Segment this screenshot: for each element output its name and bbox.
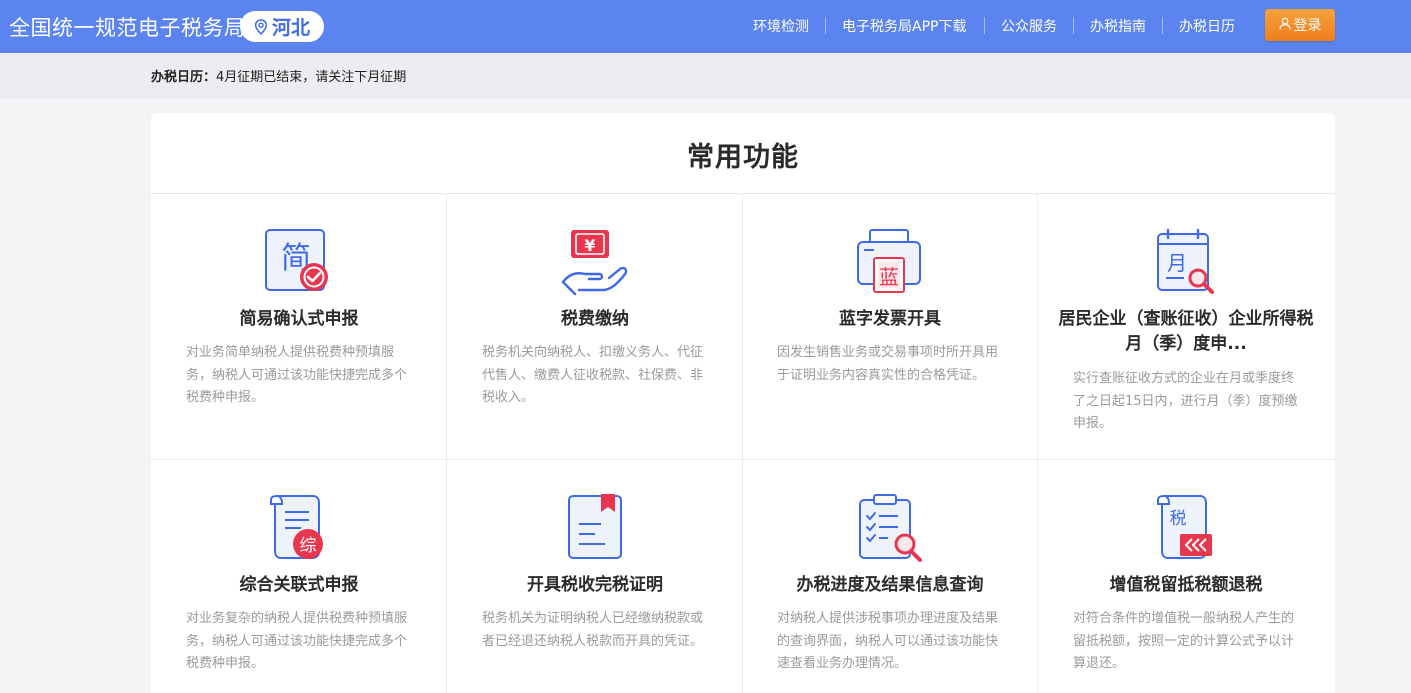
jian-declare-icon: 简	[263, 228, 335, 298]
clipboard-search-icon	[854, 494, 926, 564]
login-label: 登录	[1293, 18, 1322, 34]
bookmark-document-icon	[559, 494, 631, 564]
tile-title: 简易确认式申报	[239, 309, 359, 329]
tile-progress-query[interactable]: 办税进度及结果信息查询 对纳税人提供涉税事项办理进度及结果的查询界面，纳税人可以…	[742, 460, 1038, 693]
login-button[interactable]: 登录	[1265, 9, 1335, 41]
tile-title: 办税进度及结果信息查询	[796, 575, 984, 595]
tile-description: 对业务复杂的纳税人提供税费种预填服务，纳税人可通过该功能快捷完成多个税费种申报。	[186, 611, 408, 671]
tile-description: 实行查账征收方式的企业在月或季度终了之日起15日内，进行月（季）度预缴申报。	[1073, 371, 1298, 431]
svg-text:蓝: 蓝	[879, 265, 899, 289]
yuan-hand-icon: ¥	[559, 228, 631, 298]
nav-divider	[1162, 17, 1163, 34]
nav-tax-guide[interactable]: 办税指南	[1090, 16, 1146, 36]
tile-simple-declaration[interactable]: 简 简易确认式申报 对业务简单纳税人提供税费种预填服务，纳税人可通过该功能快捷完…	[151, 194, 447, 460]
tile-title: 综合关联式申报	[239, 575, 359, 595]
top-bar: 全国统一规范电子税务局 河北 环境检测 电子税务局APP下载 公众服务 办税指南…	[0, 0, 1411, 53]
svg-text:税: 税	[1170, 509, 1187, 529]
tile-comprehensive-declaration[interactable]: 综 综合关联式申报 对业务复杂的纳税人提供税费种预填服务，纳税人可通过该功能快捷…	[151, 460, 447, 693]
nav-app-download[interactable]: 电子税务局APP下载	[842, 16, 966, 36]
calendar-search-icon: 月	[1150, 228, 1222, 298]
nav-divider	[825, 17, 826, 34]
scroll-zong-icon: 综	[263, 494, 335, 564]
svg-text:¥: ¥	[584, 236, 595, 255]
nav-tax-calendar[interactable]: 办税日历	[1179, 16, 1235, 36]
tile-description: 对符合条件的增值税一般纳税人产生的留抵税额，按照一定的计算公式予以计算退还。	[1073, 611, 1295, 671]
svg-text:综: 综	[300, 536, 317, 556]
printer-lan-icon: 蓝	[854, 228, 926, 298]
location-pin-icon	[254, 18, 268, 35]
calendar-label: 办税日历：	[151, 70, 217, 85]
region-name: 河北	[271, 17, 310, 39]
tile-title: 居民企业（查账征收）企业所得税月（季）度申...	[1058, 309, 1314, 354]
calendar-notice: 办税日历：4月征期已结束，请关注下月征期	[151, 66, 406, 85]
tile-description: 对纳税人提供涉税事项办理进度及结果的查询界面，纳税人可以通过该功能快速查看业务办…	[777, 611, 999, 671]
nav-public-service[interactable]: 公众服务	[1001, 16, 1057, 36]
tile-tax-payment[interactable]: ¥ 税费缴纳 税务机关向纳税人、扣缴义务人、代征代售人、缴费人征收税款、社保费、…	[447, 194, 743, 460]
panel-title: 常用功能	[687, 142, 799, 173]
user-icon	[1278, 17, 1291, 34]
svg-text:月: 月	[1167, 251, 1187, 275]
tile-description: 因发生销售业务或交易事项时所开具用于证明业务内容真实性的合格凭证。	[777, 345, 999, 383]
tile-tax-certificate[interactable]: 开具税收完税证明 税务机关为证明纳税人已经缴纳税款或者已经退还纳税人税款而开具的…	[447, 460, 743, 693]
shui-refund-icon: 税	[1150, 494, 1222, 564]
nav-divider	[1073, 17, 1074, 34]
site-title[interactable]: 全国统一规范电子税务局	[9, 12, 246, 42]
nav-environment-check[interactable]: 环境检测	[753, 16, 809, 36]
calendar-message: 4月征期已结束，请关注下月征期	[216, 70, 407, 85]
tile-title: 蓝字发票开具	[839, 309, 941, 329]
calendar-notice-bar: 办税日历：4月征期已结束，请关注下月征期	[0, 53, 1411, 99]
tile-title: 增值税留抵税额退税	[1109, 575, 1263, 595]
tile-corporate-income-tax[interactable]: 月 居民企业（查账征收）企业所得税月（季）度申... 实行查账征收方式的企业在月…	[1038, 194, 1335, 460]
tile-vat-refund[interactable]: 税 增值税留抵税额退税 对符合条件的增值税一般纳税人产生的留抵税额，按照一定的计…	[1038, 460, 1335, 693]
tile-blue-invoice[interactable]: 蓝 蓝字发票开具 因发生销售业务或交易事项时所开具用于证明业务内容真实性的合格凭…	[742, 194, 1038, 460]
region-selector[interactable]: 河北	[240, 11, 324, 42]
tile-description: 税务机关为证明纳税人已经缴纳税款或者已经退还纳税人税款而开具的凭证。	[482, 611, 704, 649]
tile-description: 对业务简单纳税人提供税费种预填服务，纳税人可通过该功能快捷完成多个税费种申报。	[186, 345, 408, 405]
nav-divider	[984, 17, 985, 34]
common-functions-panel: 常用功能 简 简易确认式申报 对业务简单纳税人提供税费种预填服务，纳税人可通过该…	[151, 113, 1335, 693]
tile-title: 税费缴纳	[561, 309, 629, 329]
tile-description: 税务机关向纳税人、扣缴义务人、代征代售人、缴费人征收税款、社保费、非税收入。	[482, 345, 704, 405]
tile-title: 开具税收完税证明	[527, 575, 663, 595]
